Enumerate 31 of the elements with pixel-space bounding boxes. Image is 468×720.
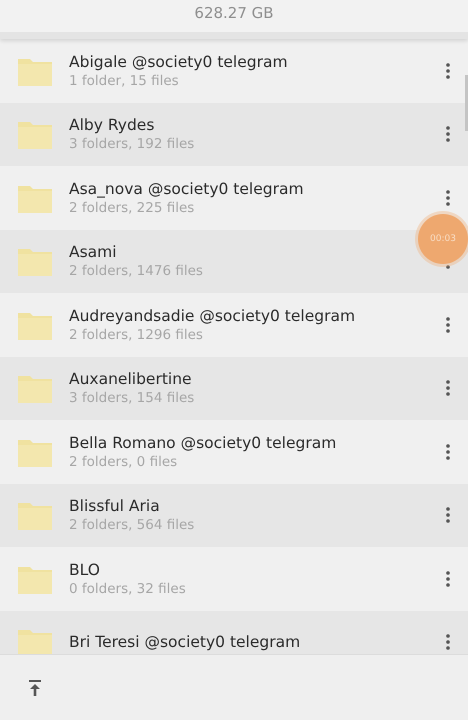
folder-info: 1 folder, 15 files	[69, 72, 180, 89]
folder-icon	[18, 246, 52, 276]
folder-icon	[18, 627, 52, 654]
folder-icon	[18, 500, 52, 530]
folder-row[interactable]: Alby Rydes 3 folders, 192 files	[0, 102, 468, 166]
storage-size: 628.27 GB	[194, 4, 274, 22]
folder-icon	[18, 373, 52, 404]
folder-icon	[18, 119, 52, 150]
folder-info: 2 folders, 0 files	[69, 454, 178, 470]
folder-info: 2 folders, 564 files	[69, 517, 196, 534]
folder-info: 2 folders, 225 files	[69, 200, 196, 216]
scroll-to-top-icon[interactable]	[26, 678, 44, 698]
folder-row[interactable]: Bri Teresi @society0 telegram	[0, 610, 468, 654]
folder-name: Asa_nova @society0 telegram	[69, 180, 305, 198]
folder-info: 3 folders, 192 files	[69, 136, 196, 152]
scrollbar	[465, 75, 468, 131]
folder-name: Bella Romano @society0 telegram	[69, 434, 338, 452]
folder-name: Auxanelibertine	[69, 370, 193, 388]
folder-name: Alby Rydes	[69, 116, 156, 134]
folder-name: Abigale @society0 telegram	[69, 52, 289, 71]
folder-name: Audreyandsadie @society0 telegram	[69, 306, 356, 325]
folder-row[interactable]: Blissful Aria 2 folders, 564 files	[0, 484, 468, 547]
folder-info: 3 folders, 154 files	[69, 390, 196, 406]
folder-name: Bri Teresi @society0 telegram	[69, 633, 302, 652]
folder-name: Blissful Aria	[69, 497, 161, 516]
folder-info: 0 folders, 32 files	[69, 580, 187, 597]
folder-info: 2 folders, 1296 files	[69, 326, 204, 343]
folder-row[interactable]: Auxanelibertine 3 folders, 154 files	[0, 356, 468, 420]
folder-info: 2 folders, 1476 files	[69, 263, 204, 280]
folder-name: BLO	[69, 560, 101, 579]
folder-name: Asami	[69, 243, 118, 262]
